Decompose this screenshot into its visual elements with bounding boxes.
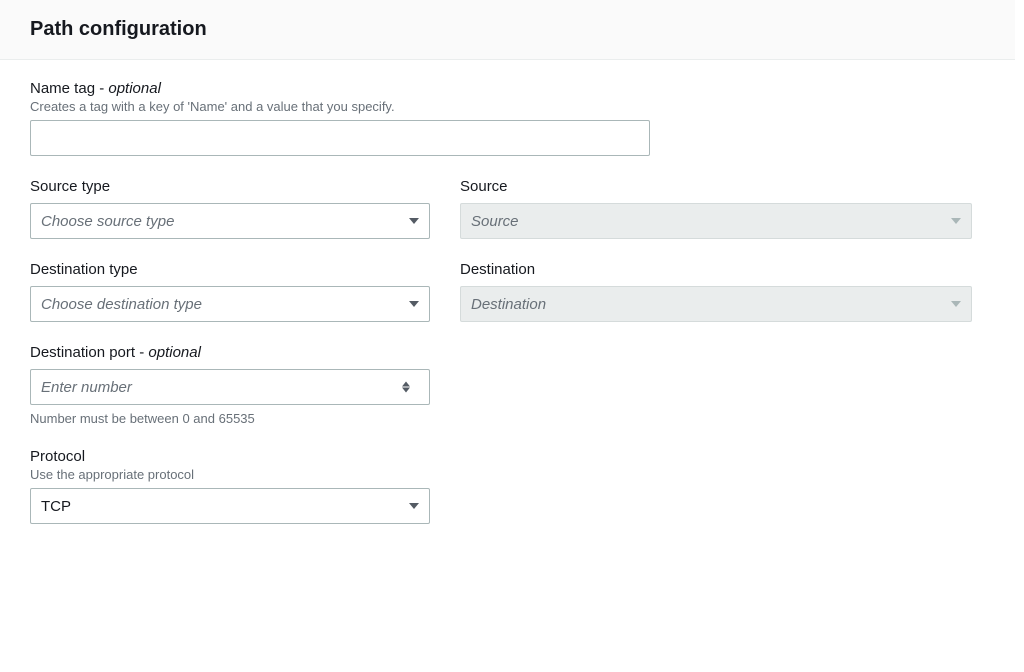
source-type-select[interactable]: Choose source type xyxy=(30,203,430,239)
name-tag-input[interactable] xyxy=(30,120,650,156)
name-tag-field: Name tag - optional Creates a tag with a… xyxy=(30,80,985,156)
source-type-placeholder: Choose source type xyxy=(41,213,174,230)
panel-header: Path configuration xyxy=(0,0,1015,60)
source-label: Source xyxy=(460,178,972,195)
chevron-down-icon xyxy=(951,218,961,224)
destination-type-select[interactable]: Choose destination type xyxy=(30,286,430,322)
path-configuration-panel: Path configuration Name tag - optional C… xyxy=(0,0,1015,566)
destination-type-label: Destination type xyxy=(30,261,430,278)
destination-row: Destination type Choose destination type… xyxy=(30,261,985,322)
source-type-field: Source type Choose source type xyxy=(30,178,430,239)
source-select: Source xyxy=(460,203,972,239)
destination-port-input-wrap xyxy=(30,369,430,405)
destination-label: Destination xyxy=(460,261,972,278)
destination-port-field: Destination port - optional Number must … xyxy=(30,344,985,426)
destination-type-field: Destination type Choose destination type xyxy=(30,261,430,322)
protocol-label: Protocol xyxy=(30,448,985,465)
destination-port-input[interactable] xyxy=(30,369,430,405)
source-placeholder: Source xyxy=(471,213,519,230)
source-row: Source type Choose source type Source So… xyxy=(30,178,985,239)
panel-body: Name tag - optional Creates a tag with a… xyxy=(0,60,1015,566)
destination-placeholder: Destination xyxy=(471,296,546,313)
destination-select: Destination xyxy=(460,286,972,322)
chevron-down-icon xyxy=(409,218,419,224)
destination-type-placeholder: Choose destination type xyxy=(41,296,202,313)
name-tag-hint: Creates a tag with a key of 'Name' and a… xyxy=(30,99,985,114)
chevron-down-icon xyxy=(409,301,419,307)
source-type-label: Source type xyxy=(30,178,430,195)
protocol-value: TCP xyxy=(41,498,71,515)
destination-field: Destination Destination xyxy=(460,261,972,322)
protocol-select[interactable]: TCP xyxy=(30,488,430,524)
name-tag-label: Name tag - optional xyxy=(30,80,985,97)
destination-port-hint: Number must be between 0 and 65535 xyxy=(30,411,985,426)
number-stepper[interactable] xyxy=(402,382,410,393)
panel-title: Path configuration xyxy=(30,18,985,41)
protocol-hint: Use the appropriate protocol xyxy=(30,467,985,482)
stepper-up-icon xyxy=(402,382,410,387)
destination-port-label: Destination port - optional xyxy=(30,344,985,361)
chevron-down-icon xyxy=(409,503,419,509)
source-field: Source Source xyxy=(460,178,972,239)
protocol-field: Protocol Use the appropriate protocol TC… xyxy=(30,448,985,524)
chevron-down-icon xyxy=(951,301,961,307)
stepper-down-icon xyxy=(402,388,410,393)
